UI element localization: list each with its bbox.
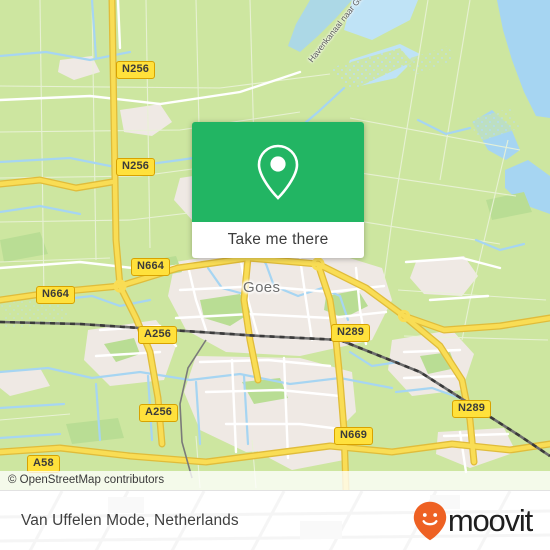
moovit-brand[interactable]: moovit	[413, 501, 533, 541]
road-shield: N256	[116, 61, 156, 79]
place-label: Goes	[243, 279, 281, 296]
place-title: Van Uffelen Mode, Netherlands	[21, 511, 239, 529]
road-shield: N664	[36, 286, 76, 304]
map-canvas[interactable]: N256 N256 N664 N664 A256 N289 A256 N289 N669 A58 …	[0, 0, 550, 490]
take-me-there-button[interactable]: Take me there	[192, 222, 364, 258]
road-shield: N289	[452, 400, 492, 418]
road-shield: A256	[139, 404, 179, 422]
moovit-smiley-pin-icon	[413, 501, 447, 540]
road-shield: N669	[334, 427, 374, 445]
footer-bar: Van Uffelen Mode, Netherlands moovit	[0, 490, 550, 550]
osm-attribution[interactable]: © OpenStreetMap contributors	[0, 471, 550, 490]
road-shield: N664	[131, 258, 171, 276]
moovit-wordmark: moovit	[447, 502, 533, 538]
take-me-there-callout[interactable]: Take me there	[192, 122, 364, 258]
road-shield: N256	[116, 158, 156, 176]
moovit-place-card: N256 N256 N664 N664 A256 N289 A256 N289 N669 A58 …	[0, 0, 550, 550]
road-shield: N289	[331, 324, 371, 342]
map-pin-icon	[257, 144, 299, 200]
callout-icon-panel	[192, 122, 364, 222]
road-shield: A256	[138, 326, 178, 344]
